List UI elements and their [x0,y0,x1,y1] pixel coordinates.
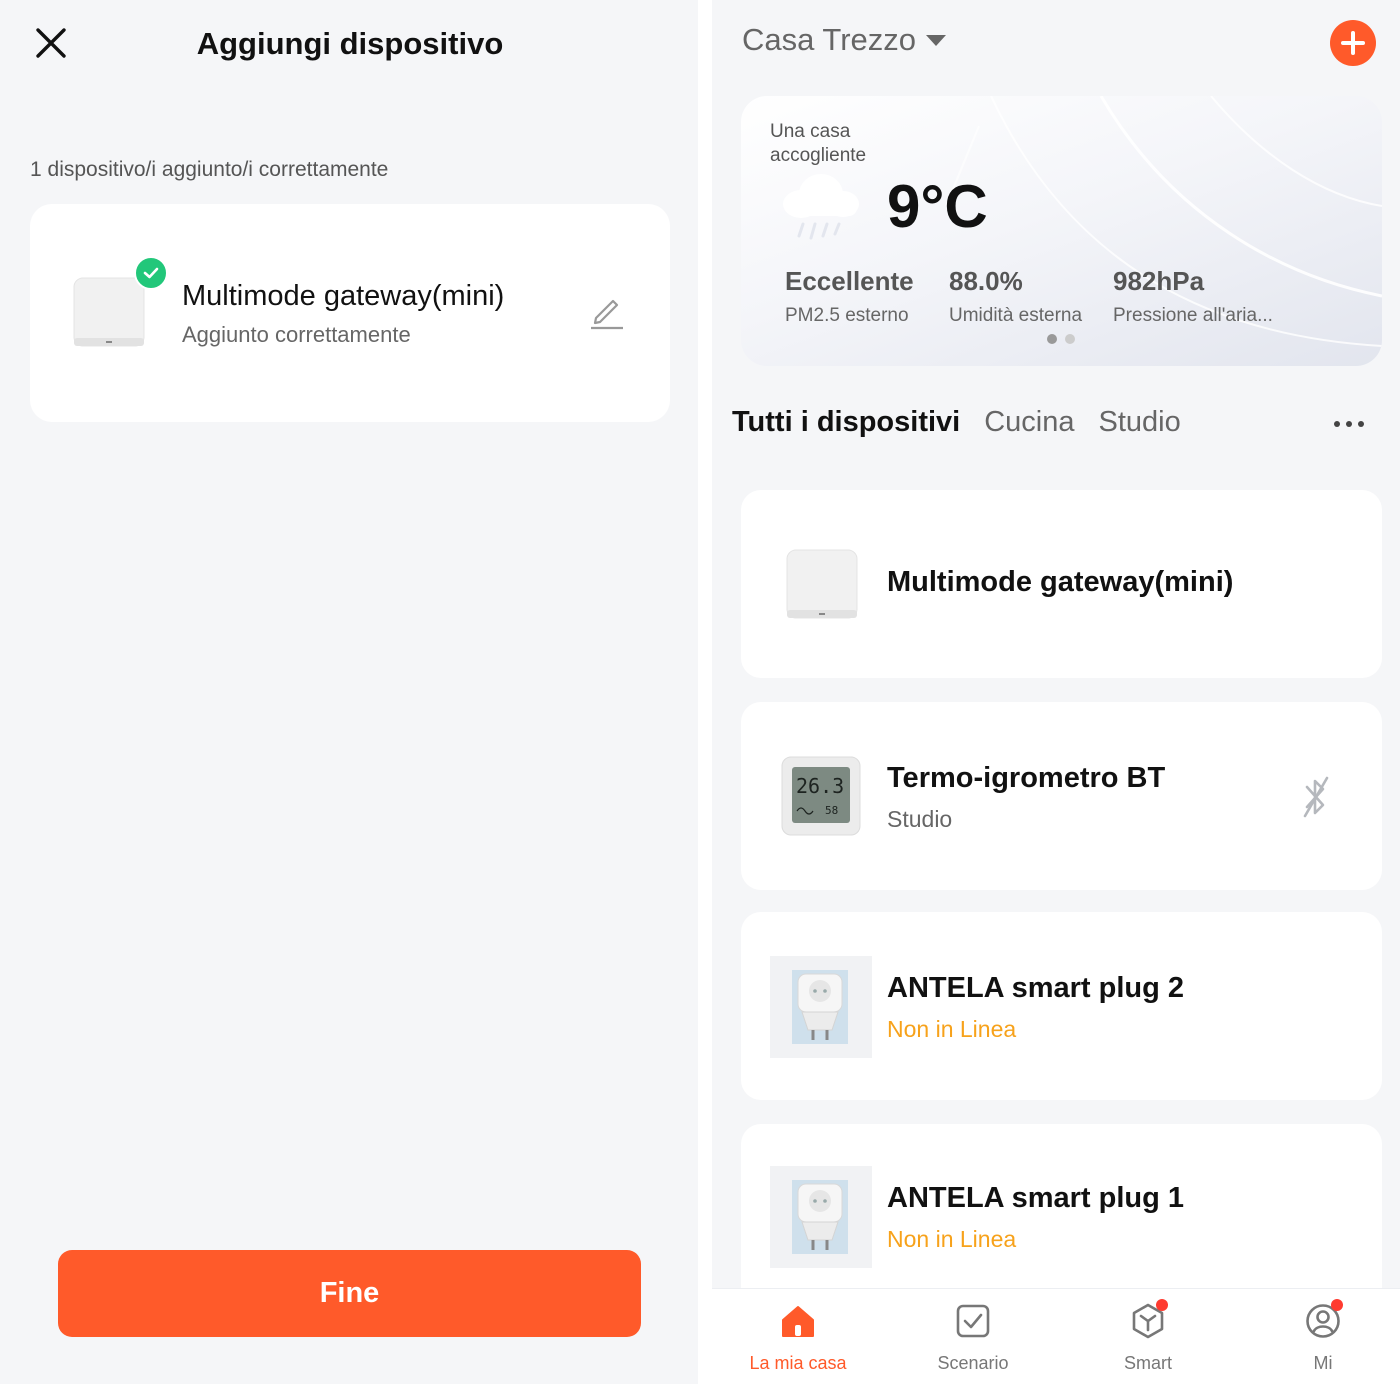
stat-pressure: 982hPa Pressione all'aria... [1113,266,1273,327]
added-count-text: 1 dispositivo/i aggiunto/i correttamente [30,158,389,181]
weather-card[interactable]: Una casa accogliente 9°C Eccellente PM2.… [741,96,1382,366]
added-device-name: Multimode gateway(mini) [182,280,505,312]
tab-cucina[interactable]: Cucina [984,406,1074,439]
home-selector[interactable]: Casa Trezzo [742,22,947,58]
gateway-icon [785,548,859,627]
home-name: Casa Trezzo [742,22,917,57]
weather-home-label: Una casa accogliente [770,121,867,166]
device-card-plug-1[interactable]: ANTELA smart plug 1 Non in Linea [741,1124,1382,1312]
page-indicator [1047,334,1075,344]
tabbar-label: Mi [1313,1353,1333,1373]
stat-humidity: 88.0% Umidità esterna [949,266,1082,327]
device-status-offline: Non in Linea [887,1016,1017,1042]
stat-value: Eccellente [785,266,914,296]
device-card-plug-2[interactable]: ANTELA smart plug 2 Non in Linea [741,912,1382,1100]
tab-all-devices[interactable]: Tutti i dispositivi [732,406,960,439]
home-icon [782,1306,814,1337]
bluetooth-off-icon [1301,776,1331,818]
stat-pm25: Eccellente PM2.5 esterno [785,266,914,327]
add-device-screen: Aggiungi dispositivo 1 dispositivo/i agg… [0,0,698,1384]
scenario-checkbox-icon [956,1304,990,1338]
tabbar-item-scenario[interactable]: Scenario [887,1289,1059,1384]
tabbar-item-smart[interactable]: Smart [1062,1289,1234,1384]
device-name: Termo-igrometro BT [887,762,1166,794]
tabbar-item-home[interactable]: La mia casa [712,1289,884,1384]
tabbar-item-profile[interactable]: Mi [1237,1289,1400,1384]
tabbar-label: Scenario [937,1353,1009,1373]
page-dot [1065,334,1075,344]
page-dot-active [1047,334,1057,344]
done-button[interactable]: Fine [58,1250,641,1337]
lcd-temperature: 26.3 [796,774,844,798]
more-options-icon[interactable] [1334,414,1370,434]
pencil-icon[interactable] [586,292,626,332]
device-room: Studio [887,806,953,832]
smart-plug-icon [770,956,872,1063]
stat-value: 88.0% [949,266,1023,296]
notification-badge [1331,1299,1343,1311]
lcd-humidity: 58 [825,804,838,817]
page-title: Aggiungi dispositivo [196,26,504,61]
tabbar-label: Smart [1123,1353,1172,1373]
chevron-down-icon [926,34,947,46]
add-device-plus-icon[interactable] [1330,20,1376,66]
gateway-icon [72,276,146,350]
device-status-offline: Non in Linea [887,1226,1017,1252]
temperature: 9°C [887,173,988,240]
rain-cloud-icon [781,168,863,244]
tab-studio[interactable]: Studio [1099,406,1181,439]
device-card-gateway[interactable]: Multimode gateway(mini) [741,490,1382,678]
smart-plug-icon [770,1166,872,1273]
notification-badge [1156,1299,1168,1311]
added-device-card: Multimode gateway(mini) Aggiunto corrett… [30,204,670,422]
device-name: ANTELA smart plug 2 [887,972,1185,1004]
thermo-hygrometer-icon: 26.3 58 [781,756,861,841]
room-tabs: Tutti i dispositivi Cucina Studio [732,406,1181,439]
home-screen: Casa Trezzo Una casa accogliente 9°C Ecc… [712,0,1400,1384]
stat-label: PM2.5 esterno [785,305,909,326]
bottom-tab-bar: La mia casa Scenario Smart Mi [712,1288,1400,1384]
device-card-thermometer[interactable]: 26.3 58 Termo-igrometro BT Studio [741,702,1382,890]
stat-value: 982hPa [1113,266,1205,296]
stat-label: Pressione all'aria... [1113,305,1273,326]
added-device-status: Aggiunto correttamente [182,322,411,347]
tabbar-label: La mia casa [749,1353,847,1373]
stat-label: Umidità esterna [949,305,1083,326]
device-name: ANTELA smart plug 1 [887,1182,1185,1214]
device-name: Multimode gateway(mini) [887,566,1234,598]
check-icon [134,256,168,290]
